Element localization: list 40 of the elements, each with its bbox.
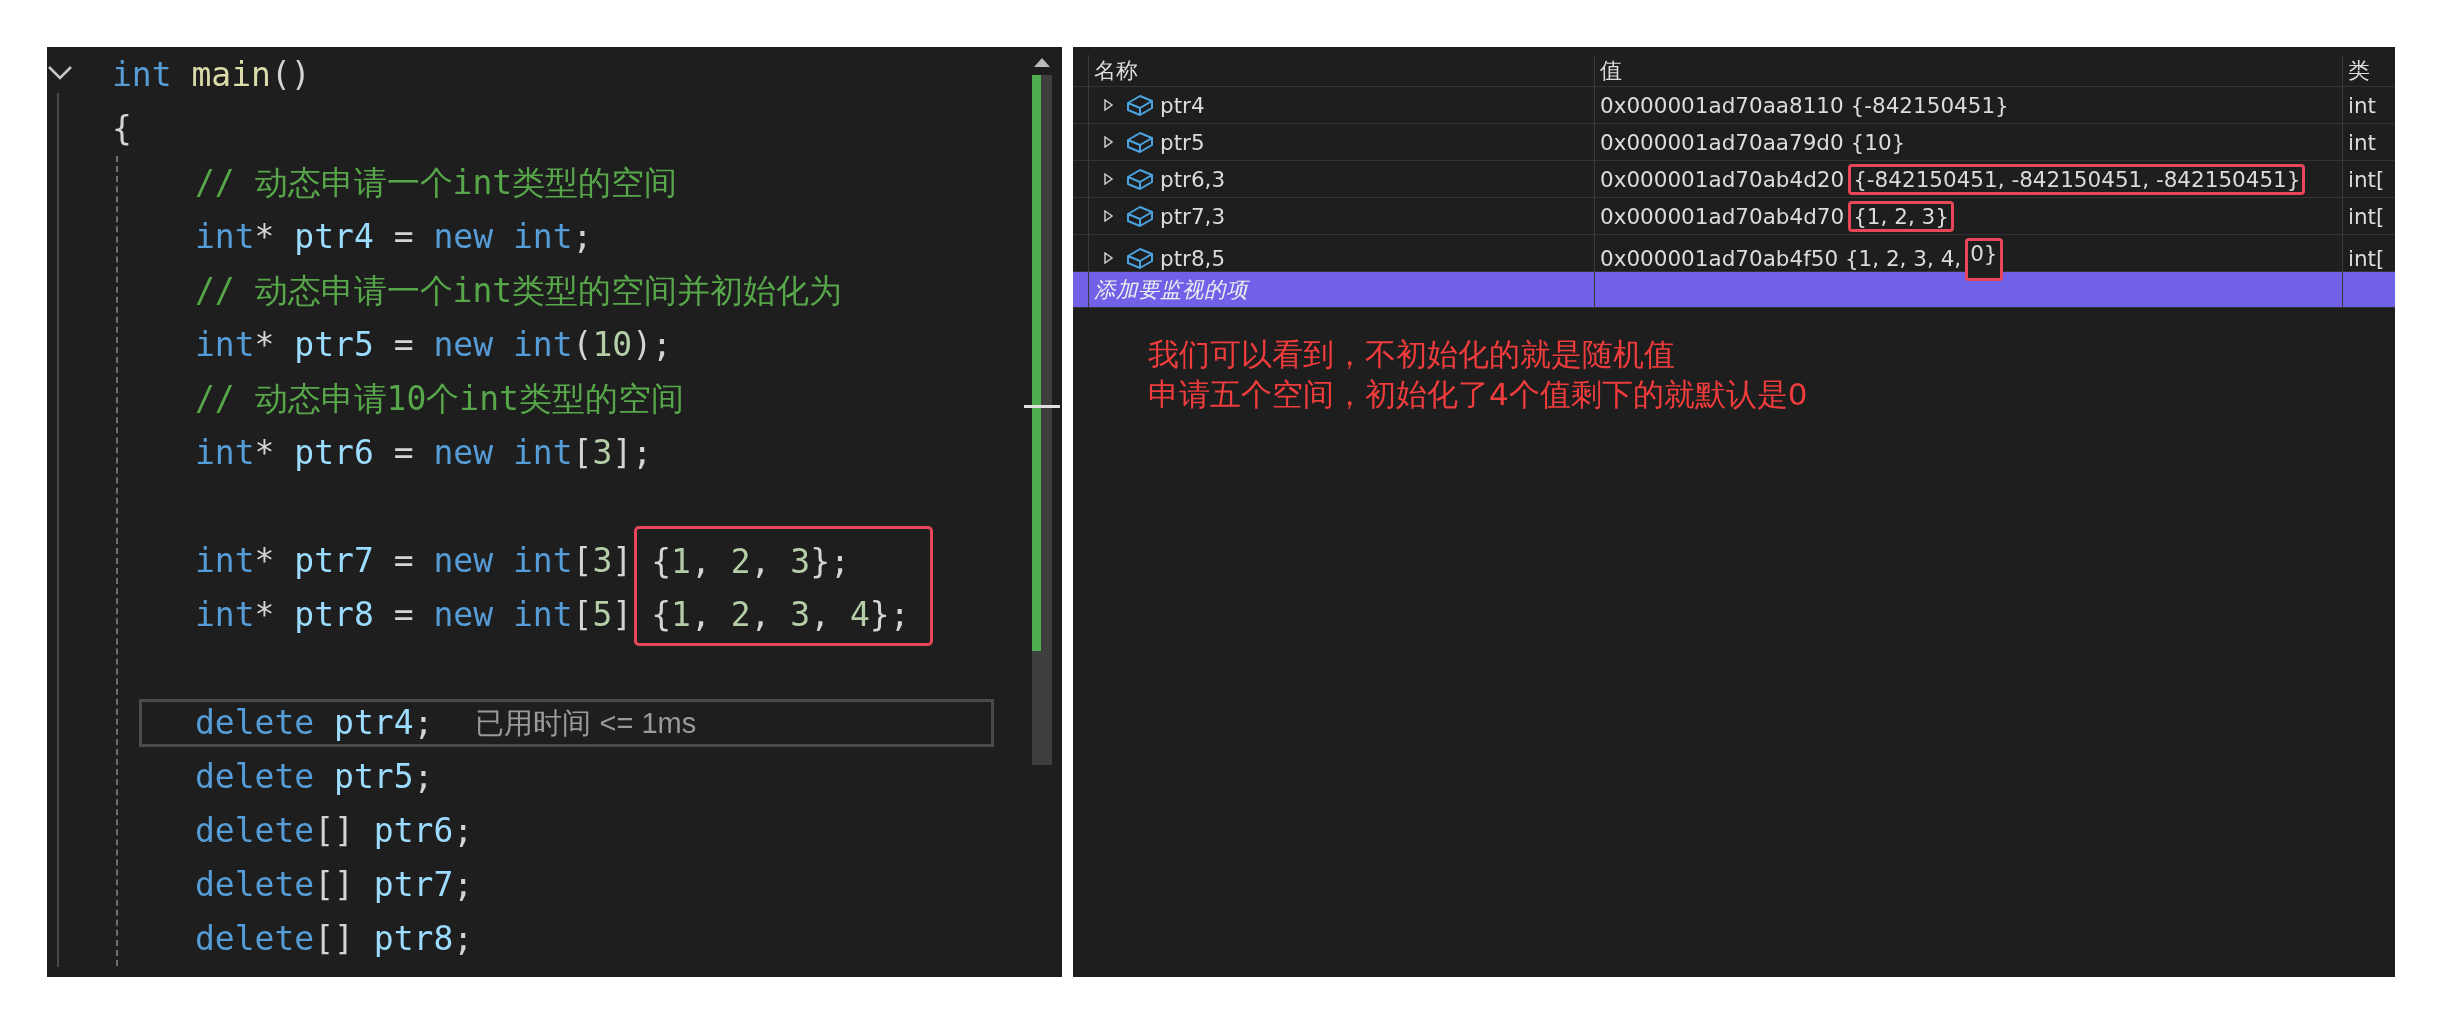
code-line: int* ptr6 = new int[3]; bbox=[195, 432, 653, 474]
elapsed-time-hint: 已用时间 <= 1ms bbox=[475, 706, 697, 741]
variable-value: 0x000001ad70aa79d0 {10} bbox=[1600, 129, 1906, 155]
code-line: int main() bbox=[112, 54, 311, 96]
code-line: {1, 2, 3}; bbox=[651, 540, 850, 583]
variable-value: 0x000001ad70aa8110 {-842150451} bbox=[1600, 92, 2009, 118]
column-header[interactable]: 类 bbox=[2342, 55, 2395, 86]
code-line: // 动态申请一个int类型的空间并初始化为 bbox=[195, 270, 843, 312]
variable-value: 0x000001ad70ab4f50 {1, 2, 3, 4, bbox=[1600, 245, 1962, 271]
variable-name: ptr5 bbox=[1160, 129, 1205, 155]
variable-name: ptr4 bbox=[1160, 92, 1205, 118]
annotation-text: 我们可以看到，不初始化的就是随机值 bbox=[1148, 335, 1676, 374]
code-line: delete ptr5; bbox=[195, 756, 434, 798]
variable-type: int[ bbox=[2342, 161, 2395, 197]
code-line: int* ptr4 = new int; bbox=[195, 216, 593, 258]
code-line: int* ptr8 = new int[5] bbox=[195, 594, 633, 636]
annotation-box: 0} bbox=[1965, 238, 2003, 281]
annotation-text: 申请五个空间，初始化了4个值剩下的就默认是0 bbox=[1148, 375, 1809, 414]
variable-name: ptr8,5 bbox=[1160, 245, 1226, 271]
variable-name: ptr6,3 bbox=[1160, 166, 1226, 192]
code-line: { bbox=[112, 108, 132, 150]
variable-value: 0x000001ad70ab4d20 bbox=[1600, 166, 1845, 192]
code-line: int* ptr7 = new int[3] bbox=[195, 540, 633, 582]
annotation-box: {1, 2, 3} bbox=[1848, 200, 1954, 232]
code-line: // 动态申请一个int类型的空间 bbox=[195, 162, 678, 204]
variable-value: 0x000001ad70ab4d70 bbox=[1600, 203, 1845, 229]
variable-type: int[ bbox=[2342, 198, 2395, 234]
column-header[interactable]: 值 bbox=[1594, 55, 2342, 86]
code-line: delete ptr4; bbox=[195, 702, 434, 744]
annotation-box: {-842150451, -842150451, -842150451} bbox=[1848, 163, 2306, 195]
column-header[interactable]: 名称 bbox=[1088, 55, 1594, 86]
variable-type: int bbox=[2342, 124, 2395, 160]
code-line: // 动态申请10个int类型的空间 bbox=[195, 378, 684, 420]
code-line: {1, 2, 3, 4}; bbox=[651, 593, 910, 636]
variable-type: int bbox=[2342, 87, 2395, 123]
code-line: int* ptr5 = new int(10); bbox=[195, 324, 672, 366]
variable-name: ptr7,3 bbox=[1160, 203, 1226, 229]
code-line: delete[] ptr8; bbox=[195, 918, 474, 960]
code-line: delete[] ptr6; bbox=[195, 810, 474, 852]
code-line: delete[] ptr7; bbox=[195, 864, 474, 906]
